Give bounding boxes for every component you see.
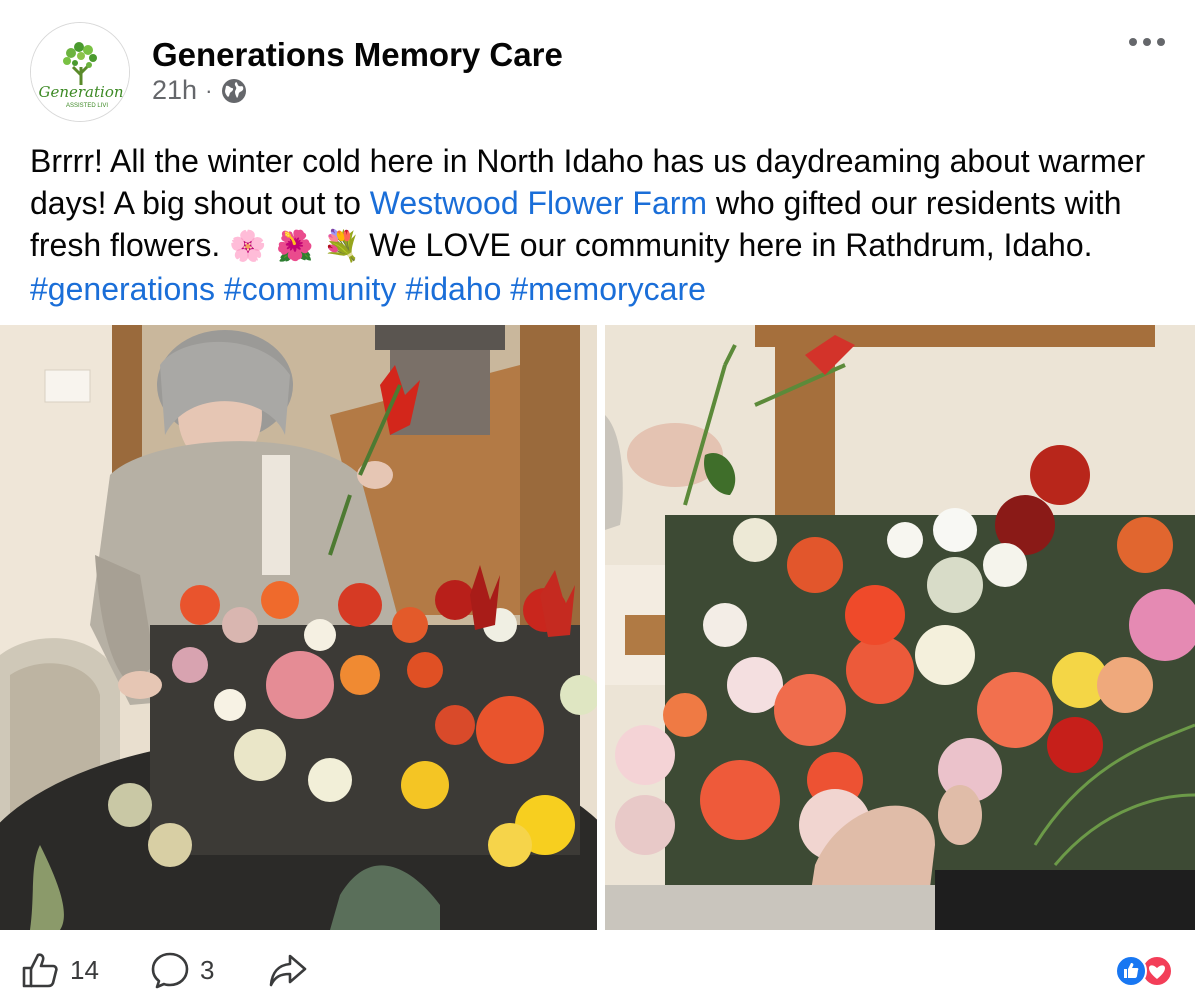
meta-separator: · [205, 77, 213, 103]
post-photo-left[interactable] [0, 325, 597, 930]
caption-text-3: We LOVE our community here in Rathdrum, … [360, 227, 1093, 263]
hashtag-idaho[interactable]: #idaho [405, 271, 501, 307]
westwood-flower-farm-link[interactable]: Westwood Flower Farm [370, 185, 707, 221]
page-name[interactable]: Generations Memory Care [152, 36, 563, 74]
flower-emojis: 🌸 🌺 💐 [229, 229, 361, 264]
hashtag-generations[interactable]: #generations [30, 271, 215, 307]
like-button[interactable]: 14 [20, 950, 99, 990]
page-avatar[interactable]: Generation ASSISTED LIVI [30, 22, 130, 122]
like-count: 14 [70, 954, 99, 985]
like-and-love-reactions-icon [1115, 955, 1173, 987]
post-photo-right[interactable] [605, 325, 1195, 930]
more-options-icon [1129, 38, 1165, 46]
post-caption: Brrrr! All the winter cold here in North… [30, 140, 1180, 310]
hashtag-community[interactable]: #community [224, 271, 397, 307]
comment-count: 3 [200, 954, 215, 985]
globe-icon [220, 77, 248, 105]
hashtag-memorycare[interactable]: #memorycare [510, 271, 706, 307]
share-arrow-icon [269, 954, 307, 987]
post-header: Generation ASSISTED LIVI Generations Mem… [0, 0, 1195, 130]
reactions-summary[interactable] [1111, 954, 1175, 988]
logo-text: Generation [38, 83, 123, 101]
generations-logo: Generation ASSISTED LIVI [31, 23, 129, 121]
comment-button[interactable]: 3 [150, 950, 214, 990]
thumbs-up-icon [22, 953, 58, 988]
post-time[interactable]: 21h [152, 75, 197, 106]
share-button[interactable] [268, 950, 308, 990]
post-meta: 21h · [152, 75, 248, 106]
comment-bubble-icon [151, 952, 189, 989]
post-footer: 14 3 [0, 940, 1195, 1006]
logo-subtext: ASSISTED LIVI [66, 103, 108, 109]
more-options-button[interactable] [1125, 24, 1169, 60]
